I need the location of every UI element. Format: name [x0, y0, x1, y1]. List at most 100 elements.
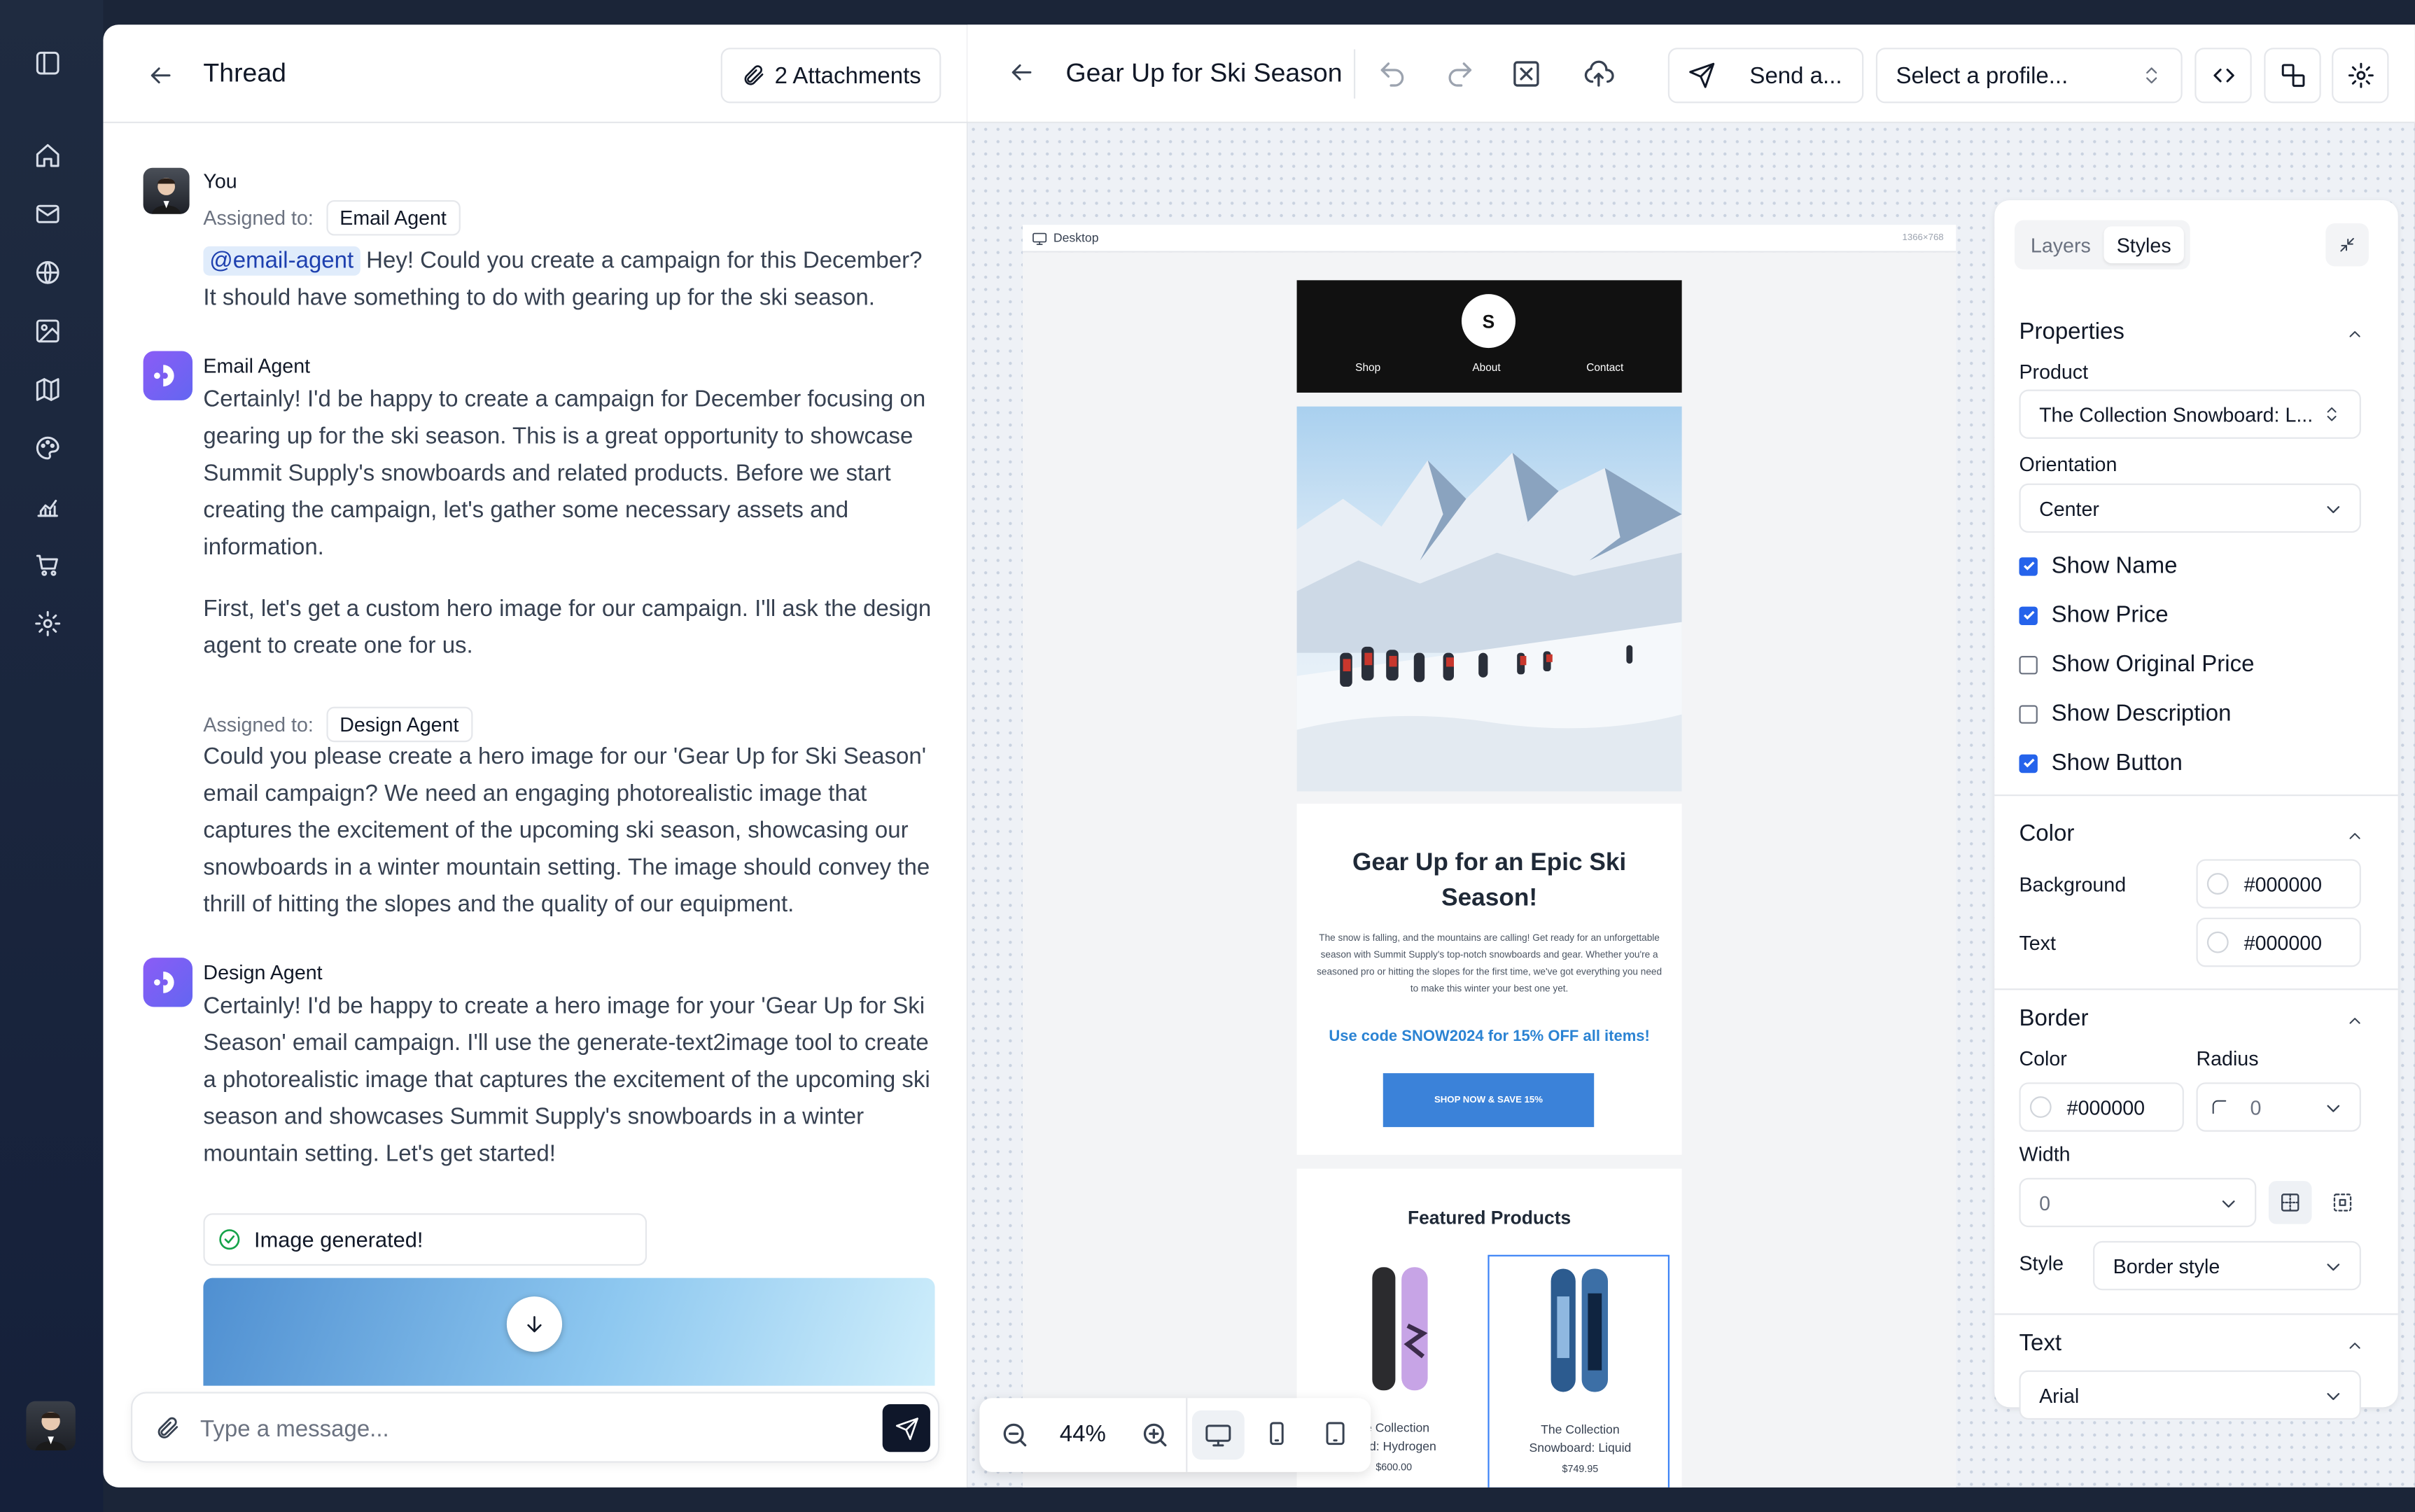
width-value: 0 — [2039, 1191, 2050, 1214]
palette-icon[interactable] — [34, 434, 64, 465]
assigned-row: Assigned to: Design Agent — [203, 706, 473, 743]
checkbox-unchecked[interactable] — [2019, 654, 2038, 674]
border-width-select[interactable]: 0 — [2019, 1177, 2257, 1228]
mobile-view-icon[interactable] — [1263, 1420, 1294, 1450]
section-properties: Properties — [2019, 318, 2124, 345]
mail-icon[interactable] — [34, 200, 64, 231]
shop-now-button[interactable]: SHOP NOW & SAVE 15% — [1382, 1073, 1595, 1128]
checkbox-checked[interactable] — [2019, 753, 2038, 773]
background-color-input[interactable]: #000000 — [2196, 859, 2361, 909]
nav-link-about[interactable]: About — [1472, 363, 1500, 374]
profile-select[interactable]: Select a profile... — [1875, 48, 2183, 104]
font-family-value: Arial — [2039, 1383, 2080, 1407]
checkbox-show-original-price[interactable]: Show Original Price — [2019, 651, 2255, 678]
collapse-panel-button[interactable] — [2325, 223, 2369, 267]
panel-toggle-icon[interactable] — [34, 49, 64, 80]
viewport-bar: Desktop 1366×768 — [1022, 225, 1956, 253]
code-view-button[interactable] — [2194, 48, 2252, 104]
settings-button[interactable] — [2332, 48, 2389, 104]
zoom-in-icon[interactable] — [1140, 1420, 1170, 1450]
tab-styles[interactable]: Styles — [2104, 226, 2184, 264]
divider — [1186, 1398, 1188, 1472]
image-icon[interactable] — [34, 317, 64, 348]
checkbox-label: Show Original Price — [2051, 651, 2255, 678]
attachments-button[interactable]: 2 Attachments — [720, 48, 941, 104]
hero-text-block[interactable]: Gear Up for an Epic Ski Season! The snow… — [1296, 804, 1682, 1155]
send-as-button[interactable]: Send a... — [1667, 48, 1864, 104]
chevron-up-icon[interactable] — [2346, 325, 2364, 343]
border-color-value: #000000 — [2066, 1096, 2146, 1119]
checkbox-unchecked[interactable] — [2019, 704, 2038, 723]
chart-icon[interactable] — [34, 493, 64, 524]
shapes-icon — [2279, 62, 2307, 90]
generated-image-preview[interactable] — [203, 1278, 935, 1386]
shapes-button[interactable] — [2264, 48, 2321, 104]
product-card-selected[interactable]: The Collection Snowboard: Liquid $749.95 — [1488, 1254, 1670, 1488]
globe-icon[interactable] — [34, 259, 64, 290]
home-icon[interactable] — [34, 141, 64, 172]
email-header-block[interactable]: S Shop About Contact — [1296, 280, 1682, 393]
color-swatch[interactable] — [2029, 1096, 2052, 1118]
checkbox-checked[interactable] — [2019, 606, 2038, 624]
settings-icon[interactable] — [34, 610, 64, 640]
tablet-view-icon[interactable] — [1322, 1420, 1352, 1450]
border-style-select[interactable]: Border style — [2093, 1240, 2361, 1291]
snowboard-image — [1550, 1268, 1609, 1392]
checkbox-show-name[interactable]: Show Name — [2019, 553, 2177, 579]
cart-icon[interactable] — [34, 551, 64, 582]
font-family-select[interactable]: Arial — [2019, 1370, 2361, 1420]
tab-layers[interactable]: Layers — [2021, 226, 2101, 263]
chevron-up-icon[interactable] — [2346, 827, 2364, 845]
agent-mention[interactable]: @email-agent — [203, 246, 360, 276]
paperclip-icon — [741, 63, 765, 88]
hero-image[interactable] — [1296, 406, 1682, 792]
checkbox-checked[interactable] — [2019, 556, 2038, 575]
snowboard-image — [1372, 1267, 1428, 1391]
undo-icon[interactable] — [1377, 59, 1408, 90]
back-arrow-icon[interactable] — [1007, 59, 1038, 90]
redo-icon[interactable] — [1445, 59, 1476, 90]
image-generated-status: Image generated! — [203, 1213, 648, 1266]
paperclip-icon[interactable] — [154, 1415, 180, 1441]
user-avatar[interactable] — [26, 1401, 76, 1451]
properties-panel: Layers Styles Properties Product The Col… — [1994, 200, 2398, 1420]
color-swatch[interactable] — [2206, 931, 2229, 953]
section-border: Border — [2019, 1005, 2089, 1032]
text-color-input[interactable]: #000000 — [2196, 917, 2361, 967]
border-all-sides-button[interactable] — [2268, 1181, 2312, 1224]
download-arrow-icon[interactable] — [506, 1296, 563, 1352]
viewport-label: Desktop — [1053, 230, 1099, 245]
checkbox-label: Show Name — [2051, 552, 2178, 580]
cloud-upload-icon[interactable] — [1583, 59, 1614, 90]
chevron-up-icon[interactable] — [2346, 1336, 2364, 1354]
color-swatch[interactable] — [2206, 873, 2229, 895]
zoom-out-icon[interactable] — [1000, 1420, 1030, 1450]
email-agent-avatar — [143, 351, 193, 400]
desktop-view-button[interactable] — [1191, 1410, 1245, 1460]
nav-link-shop[interactable]: Shop — [1355, 363, 1380, 374]
radius-select[interactable]: 0 — [2196, 1082, 2361, 1132]
assignee-chip[interactable]: Design Agent — [326, 706, 473, 743]
email-canvas[interactable]: S Shop About Contact Gear Up for an Epic… — [1022, 252, 1956, 1488]
close-square-icon[interactable] — [1511, 59, 1541, 90]
message-text: Certainly! I'd be happy to create a camp… — [203, 386, 926, 561]
send-button[interactable] — [882, 1404, 930, 1452]
orientation-select[interactable]: Center — [2019, 483, 2361, 533]
assignee-chip[interactable]: Email Agent — [326, 200, 461, 236]
back-arrow-icon[interactable] — [146, 62, 174, 90]
product-select[interactable]: The Collection Snowboard: L... — [2019, 389, 2361, 439]
message-composer — [131, 1392, 940, 1463]
message-input[interactable] — [200, 1410, 848, 1448]
checkbox-show-button[interactable]: Show Button — [2019, 750, 2183, 776]
orientation-label: Orientation — [2019, 452, 2118, 476]
nav-link-contact[interactable]: Contact — [1586, 363, 1623, 374]
border-individual-sides-button[interactable] — [2321, 1181, 2365, 1224]
map-icon[interactable] — [34, 376, 64, 407]
chevron-up-icon[interactable] — [2346, 1011, 2364, 1030]
thread-panel: Thread 2 Attachments You Assigned to: Em… — [103, 24, 967, 1488]
section-color: Color — [2019, 820, 2075, 847]
chevron-down-icon — [2323, 1256, 2344, 1278]
checkbox-show-description[interactable]: Show Description — [2019, 701, 2231, 727]
border-color-input[interactable]: #000000 — [2019, 1082, 2184, 1132]
checkbox-show-price[interactable]: Show Price — [2019, 602, 2169, 628]
